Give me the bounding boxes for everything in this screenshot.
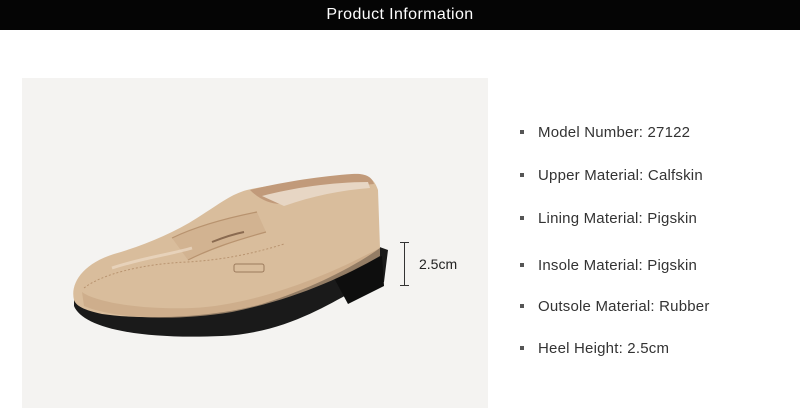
header-title: Product Information: [326, 6, 474, 23]
bullet-icon: [520, 173, 524, 177]
spec-label: Lining Material: Pigskin: [538, 209, 698, 227]
measure-line: [404, 242, 405, 286]
measure-cap-bottom: [400, 285, 409, 286]
bullet-icon: [520, 263, 524, 267]
heel-measure-label: 2.5cm: [419, 256, 458, 272]
spec-item-insole-material: Insole Material: Pigskin: [520, 254, 697, 276]
spec-item-model-number: Model Number: 27122: [520, 121, 690, 143]
bullet-icon: [520, 346, 524, 350]
bullet-icon: [520, 216, 524, 220]
spec-label: Upper Material: Calfskin: [538, 166, 703, 184]
bullet-icon: [520, 130, 524, 134]
spec-label: Model Number: 27122: [538, 123, 691, 141]
spec-item-upper-material: Upper Material: Calfskin: [520, 164, 703, 186]
spec-item-heel-height: Heel Height: 2.5cm: [520, 337, 669, 359]
spec-label: Outsole Material: Rubber: [538, 297, 710, 315]
spec-list: Model Number: 27122 Upper Material: Calf…: [520, 0, 790, 410]
spec-item-lining-material: Lining Material: Pigskin: [520, 207, 697, 229]
heel-height-indicator: 2.5cm: [400, 242, 480, 286]
spec-label: Heel Height: 2.5cm: [538, 339, 670, 357]
bullet-icon: [520, 304, 524, 308]
spec-label: Insole Material: Pigskin: [538, 256, 698, 274]
spec-item-outsole-material: Outsole Material: Rubber: [520, 295, 710, 317]
